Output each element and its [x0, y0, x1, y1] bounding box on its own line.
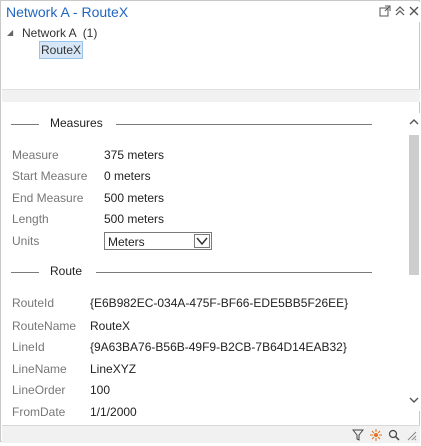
section-title-measures: Measures	[50, 116, 103, 130]
attr-label: Units	[12, 234, 40, 248]
expand-triangle-icon[interactable]: ◢	[7, 28, 13, 37]
title-bar: Network A - RouteX	[2, 2, 420, 22]
chevron-down-icon[interactable]	[194, 234, 210, 248]
section-header-measures: Measures	[2, 115, 407, 133]
attr-row-start-measure: Start Measure 0 meters	[2, 167, 407, 185]
close-icon[interactable]	[408, 5, 420, 17]
section-rule-right	[96, 272, 372, 273]
attr-row-length: Length 500 meters	[2, 210, 407, 228]
tree-item-route[interactable]: RouteX	[39, 41, 84, 59]
attr-value: {E6B982EC-034A-475F-BF66-EDE5BB5F26EE}	[90, 296, 349, 310]
vertical-scrollbar[interactable]	[407, 113, 421, 411]
pop-up-window: Network A - RouteX ◢ Network A (1) RouteX…	[0, 0, 421, 443]
attr-value: LineXYZ	[90, 362, 137, 376]
attr-label: LineName	[12, 362, 67, 376]
attr-row-measure: Measure 375 meters	[2, 146, 407, 164]
scrollbar-thumb[interactable]	[409, 135, 419, 275]
attr-row-end-measure: End Measure 500 meters	[2, 189, 407, 207]
attr-row-lineorder: LineOrder 100	[2, 381, 407, 399]
collapse-icon[interactable]	[394, 5, 406, 17]
attr-value: 100	[90, 383, 111, 397]
zoom-to-icon[interactable]	[388, 428, 400, 441]
attr-label: Length	[12, 212, 49, 226]
feature-tree: ◢ Network A (1) RouteX	[1, 22, 419, 88]
units-selected-value: Meters	[108, 235, 145, 249]
attr-value: RouteX	[90, 319, 131, 333]
attr-row-units: Units Meters	[2, 232, 407, 250]
attr-row-fromdate: FromDate 1/1/2000	[2, 403, 407, 421]
scroll-down-icon[interactable]	[408, 394, 420, 406]
splitter[interactable]	[2, 89, 420, 102]
units-dropdown[interactable]: Meters	[104, 232, 212, 250]
attr-row-lineid: LineId {9A63BA76-B56B-49F9-B2CB-7B64D14E…	[2, 338, 407, 356]
attr-value: {9A63BA76-B56B-49F9-B2CB-7B64D14EAB32}	[90, 340, 347, 354]
tree-item-network[interactable]: Network A (1)	[22, 26, 97, 40]
resize-grip-icon[interactable]	[405, 428, 417, 441]
attr-label: Start Measure	[12, 169, 88, 183]
attr-row-routename: RouteName RouteX	[2, 317, 407, 335]
attr-value: 1/1/2000	[90, 405, 137, 419]
network-count: (1)	[82, 26, 98, 40]
scroll-up-icon[interactable]	[408, 116, 420, 128]
section-title-route: Route	[50, 264, 83, 278]
attr-row-linename: LineName LineXYZ	[2, 360, 407, 378]
network-label: Network A	[22, 26, 77, 40]
section-rule-right	[116, 124, 372, 125]
attr-label: FromDate	[12, 405, 66, 419]
filter-icon[interactable]	[351, 428, 365, 441]
window-title: Network A - RouteX	[6, 4, 129, 20]
attr-value: 0 meters	[104, 169, 151, 183]
attr-label: RouteId	[12, 296, 55, 310]
pop-out-icon[interactable]	[379, 5, 391, 17]
flash-icon[interactable]	[370, 428, 382, 441]
attr-row-routeid: RouteId {E6B982EC-034A-475F-BF66-EDE5BB5…	[2, 294, 407, 312]
attr-label: LineOrder	[12, 383, 66, 397]
attr-value: 500 meters	[104, 212, 165, 226]
section-rule-left	[11, 124, 39, 125]
attributes-panel: Measures Measure 375 meters Start Measur…	[2, 102, 407, 423]
attr-label: Measure	[12, 148, 59, 162]
attr-label: RouteName	[12, 319, 77, 333]
attr-value: 500 meters	[104, 191, 165, 205]
bottom-toolbar	[2, 425, 420, 443]
attr-value: 375 meters	[104, 148, 165, 162]
section-header-route: Route	[2, 263, 407, 281]
section-rule-left	[11, 272, 39, 273]
attr-label: LineId	[12, 340, 45, 354]
attr-label: End Measure	[12, 191, 84, 205]
